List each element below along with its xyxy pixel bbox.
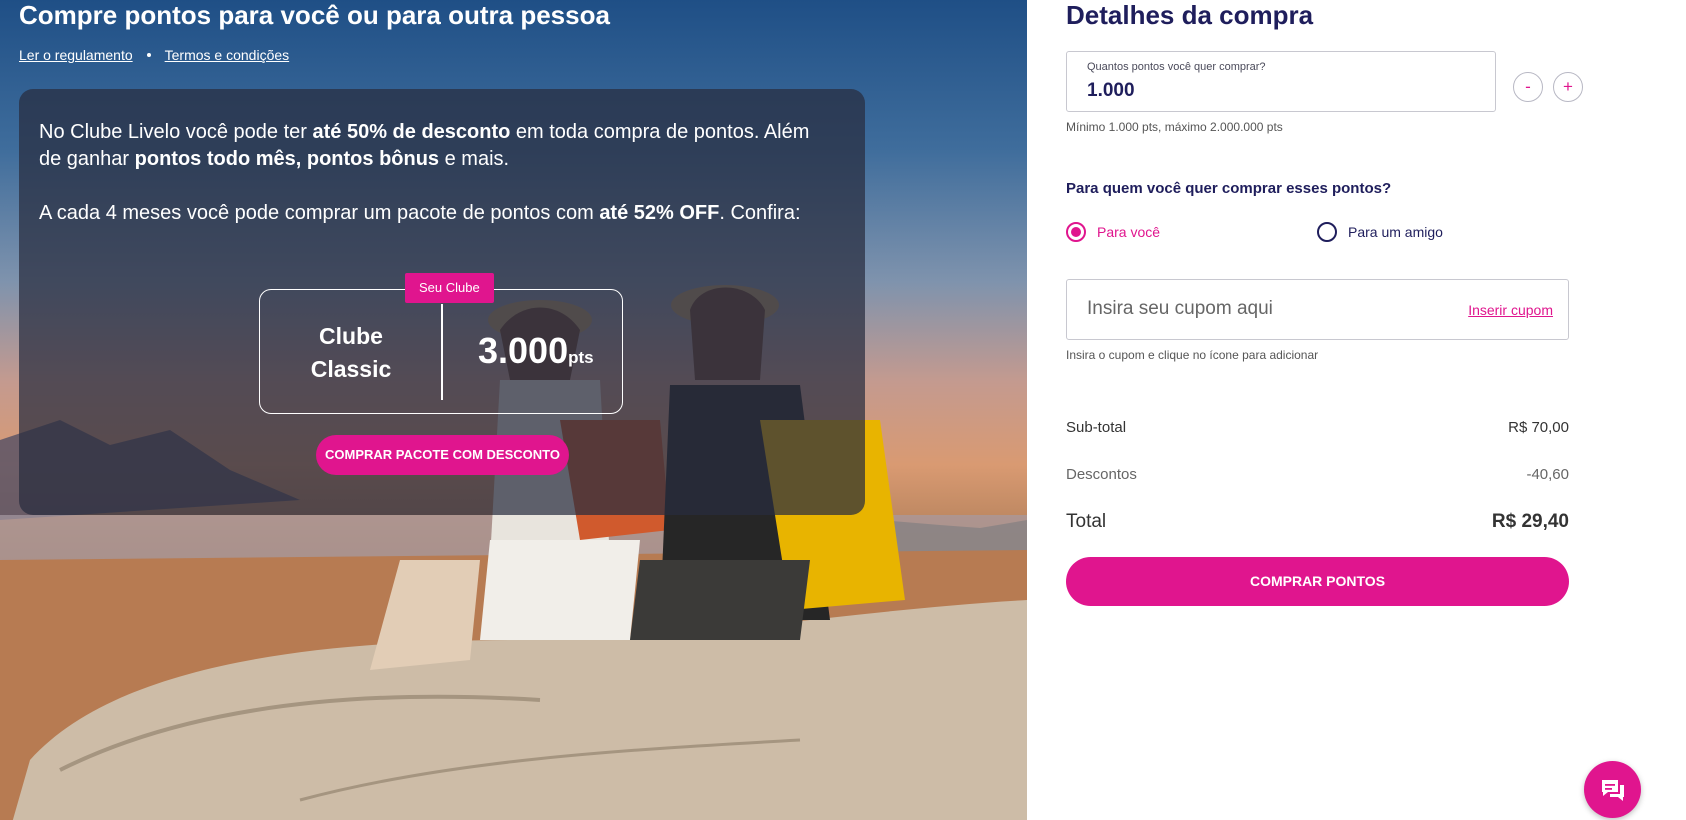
discount-label: Descontos [1066,466,1137,483]
radio-unselected-icon [1317,222,1337,242]
coupon-hint: Insira o cupom e clique no ícone para ad… [1066,348,1319,362]
chat-bubble-icon [1602,780,1624,801]
chat-button[interactable] [1584,761,1641,818]
radio-selected-icon [1066,222,1086,242]
total-label: Total [1066,511,1107,532]
buy-package-button[interactable]: COMPRAR PACOTE COM DESCONTO [316,435,569,475]
plan-name: Clube Classic [310,323,392,382]
purchase-panel: Detalhes da compra Quantos pontos você q… [1027,0,1686,820]
points-quantity-value[interactable]: 1.000 [1087,80,1135,102]
points-quantity-label: Quantos pontos você quer comprar? [1087,61,1266,73]
total-row: Total R$ 29,40 [1066,511,1569,533]
coupon-input[interactable] [1087,298,1447,320]
purchase-title: Detalhes da compra [1066,0,1314,30]
hero-links: Ler o regulamento Termos e condições [19,47,289,63]
terms-link[interactable]: Termos e condições [165,47,290,63]
regulation-link[interactable]: Ler o regulamento [19,47,133,63]
points-quantity-field[interactable]: Quantos pontos você quer comprar? 1.000 [1066,51,1496,112]
buy-points-button[interactable]: COMPRAR PONTOS [1066,557,1569,606]
package-divider [441,304,443,400]
insert-coupon-link[interactable]: Inserir cupom [1468,302,1553,318]
page-title: Compre pontos para você ou para outra pe… [19,0,610,30]
points-quantity-hint: Mínimo 1.000 pts, máximo 2.000.000 pts [1066,120,1283,134]
package-points: 3.000pts [478,330,594,371]
recipient-question: Para quem você quer comprar esses pontos… [1066,180,1392,197]
promo-card: No Clube Livelo você pode ter até 50% de… [19,89,865,515]
coupon-field: Inserir cupom [1066,279,1569,340]
subtotal-label: Sub-total [1066,419,1127,436]
promo-paragraph-2: A cada 4 meses você pode comprar um paco… [39,202,801,224]
decrease-button[interactable]: - [1513,72,1543,102]
discount-row: Descontos -40,60 [1066,466,1569,483]
club-badge: Seu Clube [405,273,494,303]
increase-button[interactable]: + [1553,72,1583,102]
hero-banner: Compre pontos para você ou para outra pe… [0,0,1027,820]
discount-value: -40,60 [1526,466,1569,483]
package-card: Seu Clube Clube Classic 3.000pts [259,273,623,414]
total-value: R$ 29,40 [1491,511,1569,532]
subtotal-row: Sub-total R$ 70,00 [1066,419,1569,436]
radio-for-friend[interactable]: Para um amigo [1317,222,1443,242]
radio-for-you[interactable]: Para você [1066,222,1160,242]
subtotal-value: R$ 70,00 [1508,419,1569,436]
promo-paragraph-1: No Clube Livelo você pode ter até 50% de… [39,121,810,170]
separator-dot [146,53,151,57]
